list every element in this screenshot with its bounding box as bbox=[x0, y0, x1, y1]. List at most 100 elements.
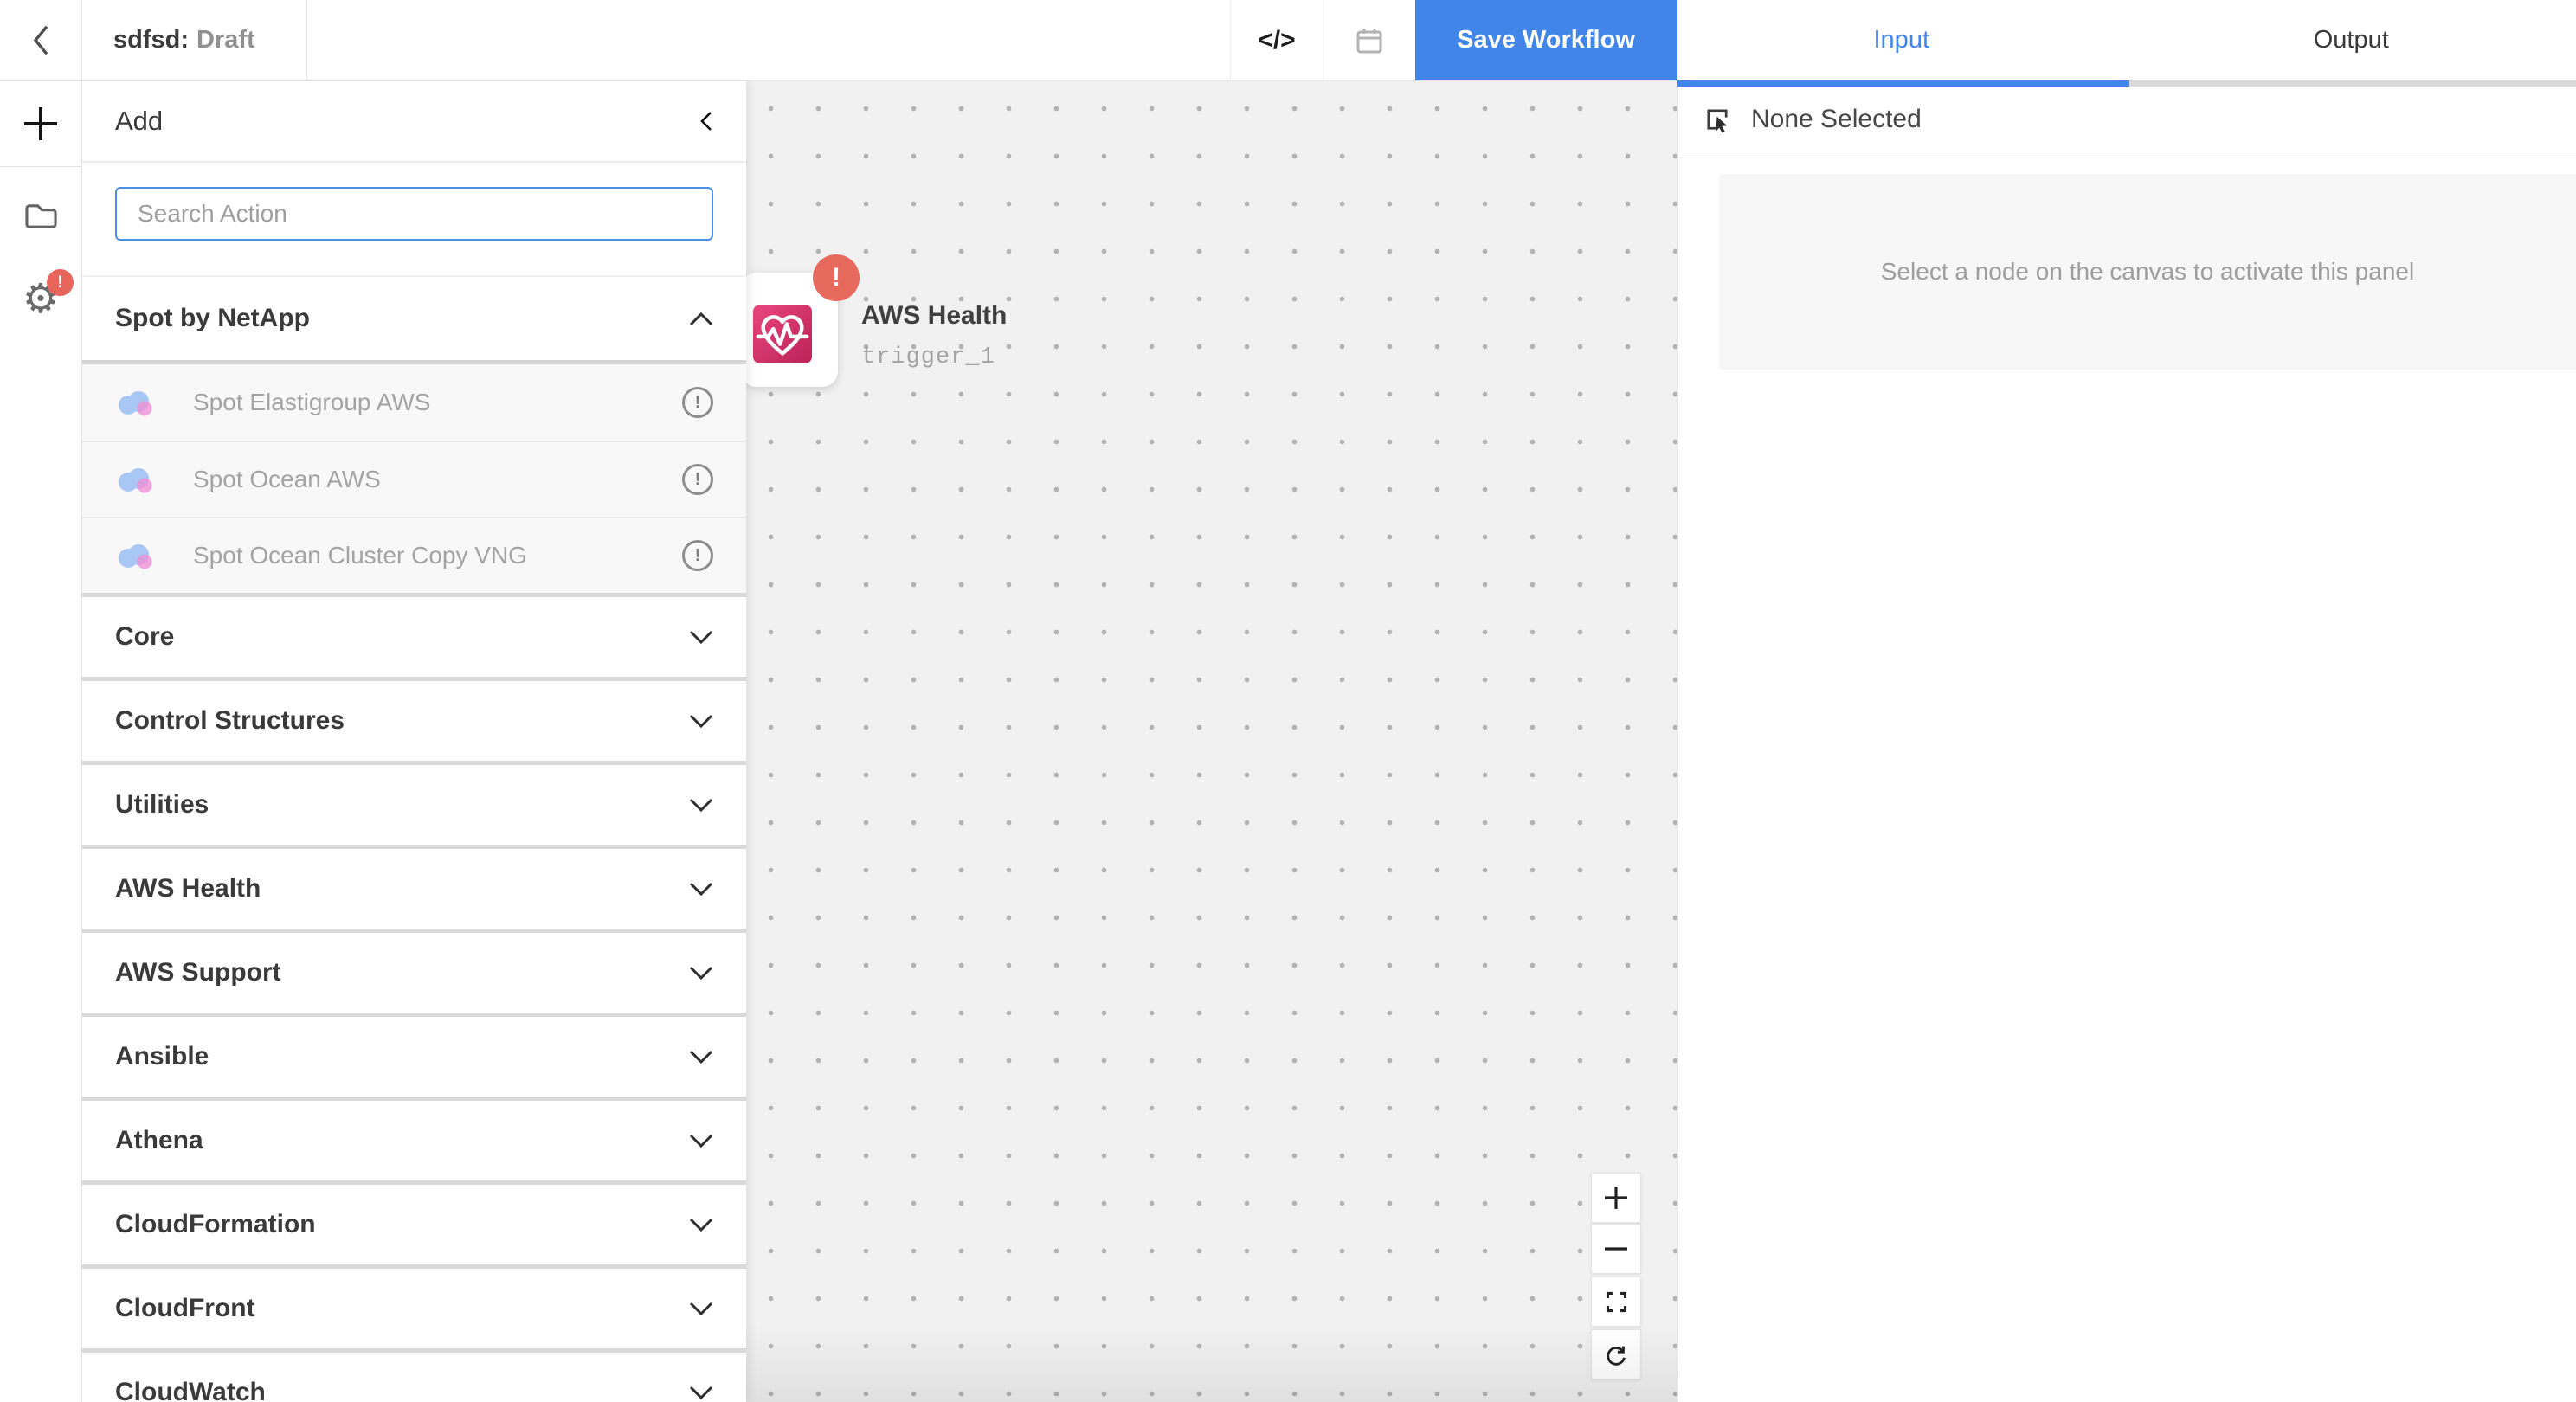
add-actions-panel: Add Spot by NetApp Spot Elastigroup AWS … bbox=[82, 81, 746, 1402]
tab-output[interactable]: Output bbox=[2127, 0, 2576, 80]
action-item-label: Spot Ocean AWS bbox=[193, 466, 682, 493]
section-label: Ansible bbox=[115, 1042, 209, 1071]
chevron-down-icon bbox=[689, 1302, 713, 1316]
workflows-folder-button[interactable] bbox=[0, 174, 81, 257]
zoom-out-button[interactable] bbox=[1591, 1224, 1641, 1274]
save-workflow-label: Save Workflow bbox=[1457, 26, 1635, 55]
chevron-down-icon bbox=[689, 798, 713, 813]
workflow-canvas[interactable]: ! AWS Health trigger_1 bbox=[746, 81, 1677, 1402]
tab-output-inactive-underline bbox=[2129, 80, 2576, 87]
chevron-down-icon bbox=[689, 1218, 713, 1232]
plus-icon bbox=[22, 105, 60, 143]
top-bar: sdfsd: Draft </> Save Workflow Input Out… bbox=[0, 0, 2576, 81]
inspector-empty-message: Select a node on the canvas to activate … bbox=[1881, 258, 2414, 286]
tab-input-label: Input bbox=[1874, 26, 1930, 55]
section-athena: Athena bbox=[82, 1097, 746, 1180]
inspector-header: None Selected bbox=[1678, 81, 2576, 158]
workflow-name: sdfsd: bbox=[113, 26, 189, 55]
chevron-down-icon bbox=[689, 1050, 713, 1064]
inspector-panel: None Selected Select a node on the canva… bbox=[1677, 81, 2576, 1402]
chevron-down-icon bbox=[689, 966, 713, 981]
section-label: Core bbox=[115, 622, 174, 652]
action-item-spot-ocean-cluster-copy-vng[interactable]: Spot Ocean Cluster Copy VNG ! bbox=[82, 517, 746, 593]
back-chevron-icon bbox=[31, 23, 51, 58]
section-header-cloudfront[interactable]: CloudFront bbox=[82, 1269, 746, 1348]
inspector-header-label: None Selected bbox=[1751, 105, 1922, 134]
section-header-cloudformation[interactable]: CloudFormation bbox=[82, 1185, 746, 1264]
spot-cloud-icon bbox=[115, 541, 155, 570]
left-icon-rail: ⚙ ! bbox=[0, 81, 82, 1402]
chevron-down-icon bbox=[689, 630, 713, 645]
tab-output-label: Output bbox=[2314, 26, 2389, 55]
section-core: Core bbox=[82, 593, 746, 677]
zoom-in-button[interactable] bbox=[1591, 1173, 1641, 1223]
chevron-down-icon bbox=[689, 714, 713, 729]
section-header-core[interactable]: Core bbox=[82, 597, 746, 677]
section-spot-by-netapp: Spot by NetApp Spot Elastigroup AWS ! Sp… bbox=[82, 275, 746, 593]
chevron-down-icon bbox=[689, 882, 713, 897]
inspector-tabs: Input Output bbox=[1677, 0, 2576, 80]
fit-view-button[interactable] bbox=[1591, 1277, 1641, 1327]
section-cloudformation: CloudFormation bbox=[82, 1180, 746, 1264]
inspector-empty-state: Select a node on the canvas to activate … bbox=[1719, 174, 2576, 370]
action-item-spot-ocean-aws[interactable]: Spot Ocean AWS ! bbox=[82, 441, 746, 517]
section-header-control-structures[interactable]: Control Structures bbox=[82, 681, 746, 761]
section-label: AWS Support bbox=[115, 958, 281, 987]
panel-title: Add bbox=[115, 106, 163, 137]
section-cloudwatch: CloudWatch bbox=[82, 1348, 746, 1402]
action-item-label: Spot Ocean Cluster Copy VNG bbox=[193, 542, 682, 569]
tab-input-active-underline bbox=[1677, 80, 2129, 87]
aws-health-node-icon bbox=[753, 305, 812, 363]
section-label: Athena bbox=[115, 1126, 203, 1155]
workflow-editor: sdfsd: Draft </> Save Workflow Input Out… bbox=[0, 0, 2576, 1402]
section-header-aws-support[interactable]: AWS Support bbox=[82, 933, 746, 1013]
code-icon: </> bbox=[1258, 26, 1295, 55]
warning-circle-icon[interactable]: ! bbox=[682, 464, 713, 495]
spot-cloud-icon bbox=[115, 465, 155, 494]
search-action-input[interactable] bbox=[115, 187, 713, 241]
code-view-button[interactable]: </> bbox=[1230, 0, 1323, 80]
settings-button[interactable]: ⚙ ! bbox=[0, 257, 81, 340]
back-button[interactable] bbox=[0, 0, 82, 80]
panel-header: Add bbox=[82, 81, 746, 163]
chevron-left-icon bbox=[699, 110, 713, 132]
section-label: Utilities bbox=[115, 790, 209, 820]
section-aws-support: AWS Support bbox=[82, 929, 746, 1013]
node-title: AWS Health bbox=[861, 301, 1007, 331]
canvas-bottom-shadow bbox=[746, 1324, 1677, 1402]
minus-icon bbox=[1602, 1235, 1630, 1263]
section-label: Control Structures bbox=[115, 706, 345, 736]
plus-icon bbox=[1602, 1184, 1630, 1212]
section-header-athena[interactable]: Athena bbox=[82, 1101, 746, 1180]
section-header-cloudwatch[interactable]: CloudWatch bbox=[82, 1353, 746, 1402]
section-cloudfront: CloudFront bbox=[82, 1264, 746, 1348]
folder-icon bbox=[23, 200, 60, 232]
save-workflow-button[interactable]: Save Workflow bbox=[1415, 0, 1677, 80]
workflow-status: Draft bbox=[196, 26, 255, 55]
collapse-panel-button[interactable] bbox=[699, 110, 713, 132]
section-header-utilities[interactable]: Utilities bbox=[82, 765, 746, 845]
tab-input[interactable]: Input bbox=[1677, 0, 2127, 80]
section-header-spot-by-netapp[interactable]: Spot by NetApp bbox=[82, 277, 746, 360]
schedule-button[interactable] bbox=[1323, 0, 1415, 80]
action-item-spot-elastigroup-aws[interactable]: Spot Elastigroup AWS ! bbox=[82, 364, 746, 441]
action-item-label: Spot Elastigroup AWS bbox=[193, 389, 682, 416]
spot-cloud-icon bbox=[115, 388, 155, 417]
search-wrap bbox=[82, 163, 746, 275]
section-header-aws-health[interactable]: AWS Health bbox=[82, 849, 746, 929]
node-error-badge[interactable]: ! bbox=[813, 254, 860, 301]
section-label: CloudFormation bbox=[115, 1210, 316, 1239]
chevron-down-icon bbox=[689, 1386, 713, 1400]
calendar-icon bbox=[1354, 25, 1385, 56]
warning-circle-icon[interactable]: ! bbox=[682, 387, 713, 418]
section-header-ansible[interactable]: Ansible bbox=[82, 1017, 746, 1097]
section-label: Spot by NetApp bbox=[115, 304, 310, 333]
add-node-button[interactable] bbox=[0, 81, 81, 167]
select-pointer-icon bbox=[1703, 106, 1732, 134]
chevron-down-icon bbox=[689, 1134, 713, 1148]
section-items: Spot Elastigroup AWS ! Spot Ocean AWS ! … bbox=[82, 360, 746, 593]
fullscreen-icon bbox=[1603, 1289, 1630, 1315]
section-aws-health: AWS Health bbox=[82, 845, 746, 929]
warning-circle-icon[interactable]: ! bbox=[682, 540, 713, 571]
heartbeat-icon bbox=[754, 305, 811, 363]
